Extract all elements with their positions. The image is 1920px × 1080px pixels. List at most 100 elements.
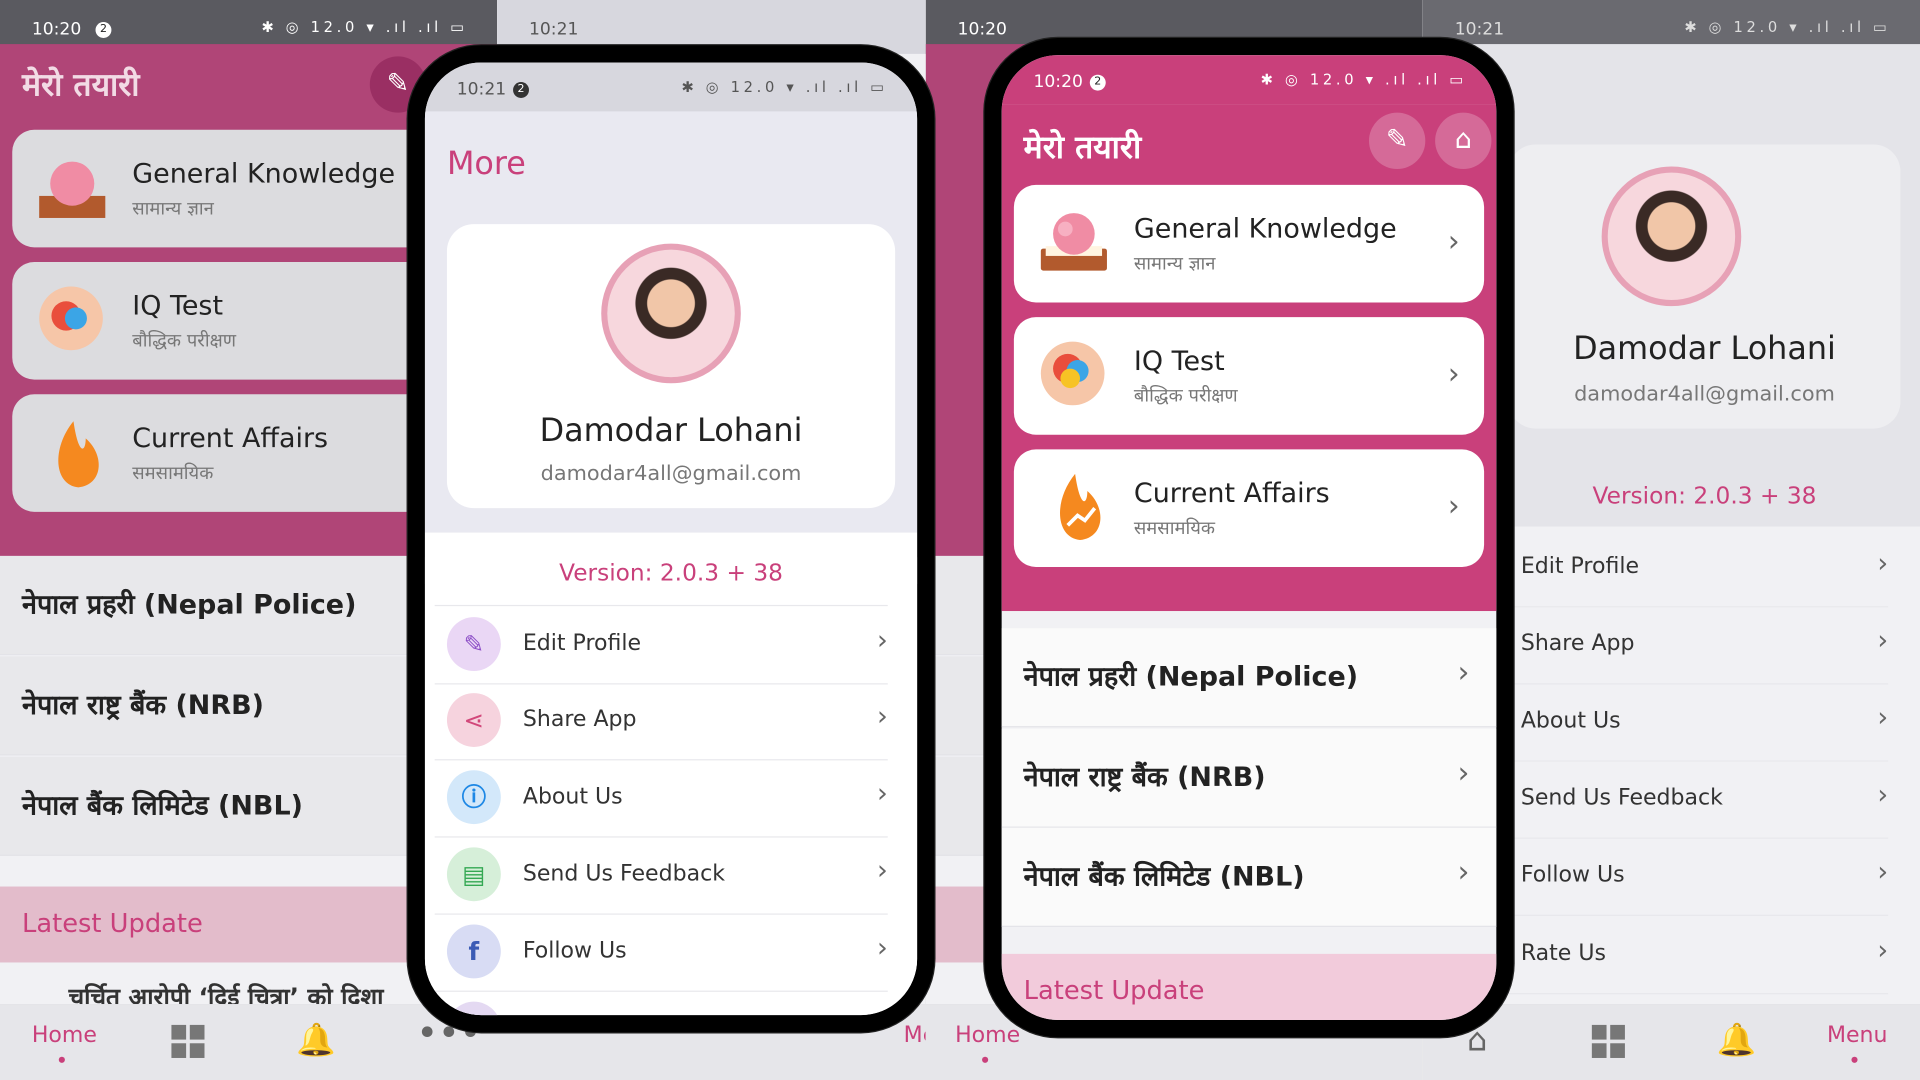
flame-icon — [1043, 469, 1119, 545]
menu-item-share-app[interactable]: Share App › — [1508, 606, 1889, 685]
menu-item-edit-profile[interactable]: ✎ Edit Profile › — [434, 604, 888, 685]
menu-item-follow-us[interactable]: f Follow Us › — [434, 913, 888, 992]
chevron-right-icon: › — [1877, 548, 1889, 580]
status-time: 10:21 — [1454, 19, 1505, 40]
profile-card: Damodar Lohani damodar4all@gmail.com — [1508, 144, 1901, 429]
facebook-icon: f — [446, 924, 501, 979]
profile-email: damodar4all@gmail.com — [540, 461, 802, 487]
chevron-right-icon: › — [1877, 780, 1889, 811]
chevron-right-icon: › — [876, 701, 888, 733]
menu-label: Edit Profile — [1520, 553, 1640, 580]
menu-item-feedback[interactable]: ▤ Send Us Feedback › — [434, 836, 888, 915]
exam-row-nepal-police[interactable]: नेपाल प्रहरी (Nepal Police) › — [1001, 628, 1497, 728]
active-tab-dot — [982, 1056, 989, 1063]
profile-name: Damodar Lohani — [539, 412, 803, 450]
app-title: मेरो तयारी — [1023, 129, 1142, 167]
card-subtitle: समसामयिक — [132, 461, 214, 484]
chevron-right-icon: › — [1447, 224, 1460, 259]
menu-label: Share App — [522, 706, 637, 733]
avatar — [1601, 166, 1742, 307]
menu-label: About Us — [522, 783, 623, 810]
exam-row-nrb[interactable]: नेपाल राष्ट्र बैंक (NRB) › — [1001, 728, 1497, 828]
status-icons: ✱ ◎ 12.0 ▾ .ıl .ıl ▭ — [1260, 71, 1467, 89]
status-time: 10:21 — [528, 19, 579, 40]
menu-label: About Us — [1520, 707, 1621, 734]
menu-item-rate-us[interactable]: Rate Us › — [1508, 916, 1889, 995]
exam-row-nbl[interactable]: नेपाल बैंक लिमिटेड (NBL) › — [1001, 827, 1497, 927]
card-title: Current Affairs — [132, 423, 329, 455]
bottom-tab-bar: Home 🔔 ••• — [0, 1004, 498, 1080]
avatar — [601, 243, 741, 384]
menu-label: Rate Us — [522, 1015, 609, 1033]
tab-home[interactable]: Home — [955, 1022, 1020, 1048]
edit-icon: ✎ — [446, 617, 501, 672]
exam-label: नेपाल प्रहरी (Nepal Police) — [1023, 662, 1359, 694]
category-card-gk[interactable]: General Knowledge सामान्य ज्ञान › — [1013, 184, 1485, 303]
info-icon: ⓘ — [446, 770, 501, 825]
status-time: 10:20 — [31, 19, 82, 40]
bottom-tab-bar: ⌂ 🔔 Menu — [1422, 1004, 1920, 1080]
tab-menu[interactable]: Menu — [904, 1022, 926, 1048]
status-icons: ✱ ◎ 12.0 ▾ .ıl .ıl ▭ — [1684, 18, 1891, 36]
grid-icon[interactable] — [1591, 1024, 1626, 1059]
head-icon — [1036, 337, 1112, 413]
chevron-right-icon: › — [1877, 702, 1889, 734]
exam-label: नेपाल प्रहरी (Nepal Police) — [22, 590, 357, 621]
tab-menu[interactable]: Menu — [1827, 1022, 1888, 1048]
star-icon: ★ — [446, 1001, 501, 1016]
notification-badge: 2 — [1089, 74, 1106, 91]
page-title: More — [446, 145, 526, 183]
chevron-right-icon: › — [1447, 356, 1460, 391]
menu-item-about-us[interactable]: ⓘ About Us › — [434, 759, 888, 838]
card-subtitle: बौद्धिक परीक्षण — [132, 329, 237, 352]
status-icons: ✱ ◎ 12.0 ▾ .ıl .ıl ▭ — [261, 18, 468, 36]
edit-button[interactable]: ✎ — [1368, 112, 1426, 169]
category-card-gk[interactable]: General Knowledge सामान्य ज्ञान — [12, 129, 454, 248]
status-time: 10:21 — [456, 79, 507, 100]
menu-label: Edit Profile — [522, 630, 642, 657]
card-title: IQ Test — [132, 291, 224, 323]
menu-label: Send Us Feedback — [522, 860, 725, 887]
menu-item-rate-us[interactable]: ★ Rate Us — [435, 991, 888, 1033]
status-time: 10:20 — [1033, 72, 1083, 92]
status-bar: 10:21 2 ✱ ◎ 12.0 ▾ .ıl .ıl ▭ — [424, 62, 918, 112]
category-card-ca[interactable]: Current Affairs समसामयिक — [12, 394, 454, 512]
notification-badge: 2 — [95, 22, 112, 38]
exam-label: नेपाल बैंक लिमिटेड (NBL) — [22, 791, 303, 822]
feedback-icon: ▤ — [446, 847, 501, 902]
category-card-iq[interactable]: IQ Test बौद्धिक परीक्षण › — [1013, 317, 1485, 435]
version-label: Version: 2.0.3 + 38 — [1592, 482, 1817, 510]
tab-home[interactable]: Home — [32, 1022, 97, 1048]
menu-item-follow-us[interactable]: Follow Us › — [1508, 838, 1889, 916]
menu-label: Send Us Feedback — [1520, 784, 1723, 811]
chevron-right-icon: › — [1457, 854, 1470, 889]
chevron-right-icon: › — [876, 855, 888, 887]
grid-icon[interactable] — [171, 1024, 205, 1059]
card-subtitle: सामान्य ज्ञान — [132, 197, 214, 220]
status-bar: 10:20 2 ✱ ◎ 12.0 ▾ .ıl .ıl ▭ — [1001, 55, 1497, 105]
category-card-ca[interactable]: Current Affairs समसामयिक › — [1013, 449, 1485, 567]
card-subtitle: बौद्धिक परीक्षण — [1133, 384, 1238, 407]
card-subtitle: सामान्य ज्ञान — [1133, 252, 1216, 275]
chevron-right-icon: › — [876, 625, 888, 657]
profile-name: Damodar Lohani — [1573, 330, 1836, 368]
bell-icon[interactable]: 🔔 — [1717, 1022, 1757, 1059]
menu-item-about-us[interactable]: About Us › — [1508, 683, 1889, 762]
edit-icon: ✎ — [386, 68, 410, 100]
menu-label: Follow Us — [1520, 862, 1625, 888]
version-label: Version: 2.0.3 + 38 — [559, 559, 783, 587]
bell-icon[interactable]: 🔔 — [296, 1022, 336, 1059]
card-title: Current Affairs — [1133, 478, 1330, 510]
chevron-right-icon: › — [1877, 935, 1889, 967]
share-icon: ⋖ — [446, 693, 501, 747]
head-icon — [34, 282, 110, 358]
bank-button[interactable]: ⌂ — [1435, 112, 1492, 169]
exam-label: नेपाल राष्ट्र बैंक (NRB) — [22, 690, 264, 722]
chevron-right-icon: › — [1877, 857, 1889, 888]
chevron-right-icon: › — [876, 933, 888, 964]
menu-item-edit-profile[interactable]: Edit Profile › — [1508, 529, 1889, 608]
latest-update-label: Latest Update — [1023, 975, 1205, 1006]
menu-item-share-app[interactable]: ⋖ Share App › — [434, 682, 888, 761]
category-card-iq[interactable]: IQ Test बौद्धिक परीक्षण — [12, 262, 454, 380]
menu-item-feedback[interactable]: Send Us Feedback › — [1508, 760, 1889, 839]
